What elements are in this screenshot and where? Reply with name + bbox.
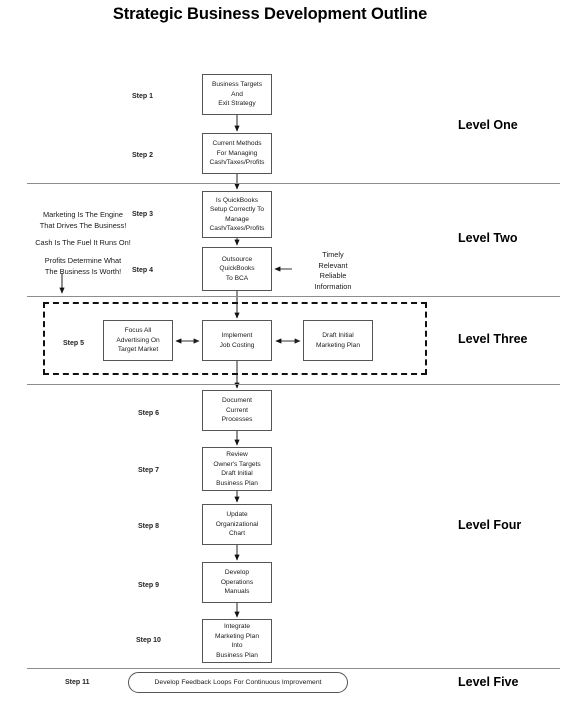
node-focus-advertising[interactable]: Focus All Advertising On Target Market bbox=[103, 320, 173, 361]
node-text: Focus All Advertising On Target Market bbox=[116, 327, 160, 354]
step-label-5: Step 5 bbox=[63, 340, 85, 347]
node-outsource-bca[interactable]: Outsource QuickBooks To BCA bbox=[202, 247, 272, 291]
level-divider bbox=[27, 296, 560, 297]
node-text: Draft Initial Marketing Plan bbox=[316, 332, 360, 349]
note-marketing-engine: Marketing Is The Engine That Drives The … bbox=[39, 210, 127, 230]
node-implement-job-costing[interactable]: Implement Job Costing bbox=[202, 320, 272, 361]
node-document-processes[interactable]: Document Current Processes bbox=[202, 390, 272, 431]
step-label-11: Step 11 bbox=[65, 679, 90, 686]
node-text: Is QuickBooks Setup Correctly To Manage … bbox=[209, 196, 265, 233]
flowchart-page: Strategic Business Development Outline L… bbox=[0, 0, 586, 701]
level-label-five: Level Five bbox=[458, 675, 519, 689]
step-label-1: Step 1 bbox=[132, 93, 154, 100]
node-text: Develop Operations Manuals bbox=[220, 569, 254, 596]
node-draft-marketing-plan[interactable]: Draft Initial Marketing Plan bbox=[303, 320, 373, 361]
node-text: Document Current Processes bbox=[221, 397, 253, 424]
node-current-methods[interactable]: Current Methods For Managing Cash/Taxes/… bbox=[202, 133, 272, 174]
node-integrate-marketing-plan[interactable]: Integrate Marketing Plan Into Business P… bbox=[202, 619, 272, 663]
node-text: Review Owner's Targets Draft Initial Bus… bbox=[213, 451, 261, 487]
node-text: Implement Job Costing bbox=[219, 332, 255, 349]
note-profits-worth: Profits Determine What The Business Is W… bbox=[44, 256, 122, 276]
node-business-targets[interactable]: Business Targets And Exit Strategy bbox=[202, 74, 272, 115]
level-divider bbox=[27, 183, 560, 184]
node-develop-operations-manuals[interactable]: Develop Operations Manuals bbox=[202, 562, 272, 603]
step-label-10: Step 10 bbox=[136, 637, 161, 644]
node-review-owners-targets[interactable]: Review Owner's Targets Draft Initial Bus… bbox=[202, 447, 272, 491]
node-update-org-chart[interactable]: Update Organizational Chart bbox=[202, 504, 272, 545]
step-label-6: Step 6 bbox=[138, 410, 160, 417]
note-timely-information: Timely Relevant Reliable Information bbox=[314, 250, 352, 291]
level-label-three: Level Three bbox=[458, 332, 528, 346]
node-feedback-loops[interactable]: Develop Feedback Loops For Continuous Im… bbox=[128, 672, 348, 693]
level-label-one: Level One bbox=[458, 118, 518, 132]
node-text: Outsource QuickBooks To BCA bbox=[219, 255, 255, 282]
node-text: Update Organizational Chart bbox=[215, 511, 259, 538]
node-text: Business Targets And Exit Strategy bbox=[211, 81, 263, 108]
page-title: Strategic Business Development Outline bbox=[112, 5, 428, 23]
step-label-7: Step 7 bbox=[138, 467, 160, 474]
note-cash-fuel: Cash Is The Fuel It Runs On! bbox=[35, 238, 131, 247]
node-quickbooks-setup[interactable]: Is QuickBooks Setup Correctly To Manage … bbox=[202, 191, 272, 238]
node-text: Develop Feedback Loops For Continuous Im… bbox=[154, 679, 322, 686]
level-divider bbox=[27, 668, 560, 669]
node-text: Current Methods For Managing Cash/Taxes/… bbox=[209, 140, 265, 167]
step-label-2: Step 2 bbox=[132, 152, 154, 159]
level-label-four: Level Four bbox=[458, 518, 522, 532]
step-label-8: Step 8 bbox=[138, 523, 160, 530]
node-text: Integrate Marketing Plan Into Business P… bbox=[215, 623, 259, 659]
step-label-9: Step 9 bbox=[138, 582, 160, 589]
level-divider bbox=[27, 384, 560, 385]
level-label-two: Level Two bbox=[458, 231, 518, 245]
